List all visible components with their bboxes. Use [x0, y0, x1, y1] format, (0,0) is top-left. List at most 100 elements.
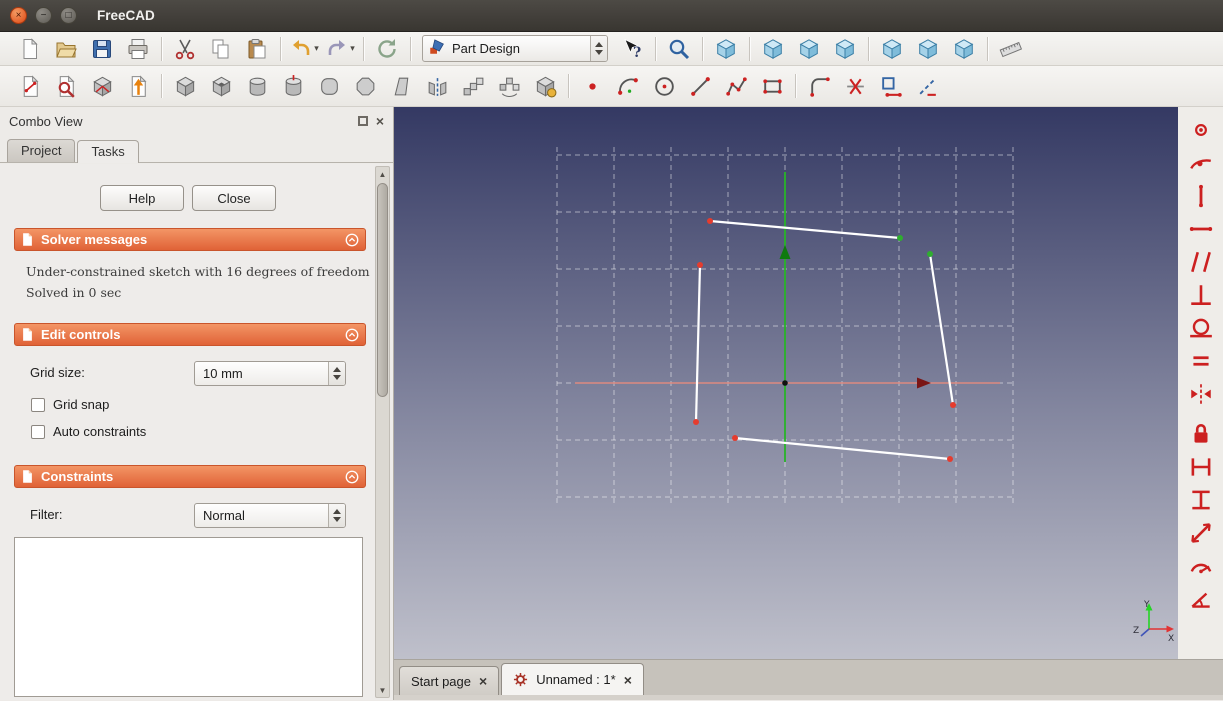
- sketch-point[interactable]: [732, 435, 738, 441]
- mirrored-button[interactable]: [420, 71, 454, 101]
- open-document-button[interactable]: [49, 34, 83, 64]
- fit-all-button[interactable]: [662, 34, 696, 64]
- constraint-symmetric-button[interactable]: [1183, 377, 1219, 410]
- workbench-dropdown-arrows[interactable]: [590, 36, 607, 61]
- constraint-point-on-object-button[interactable]: [1183, 146, 1219, 179]
- new-document-button[interactable]: [13, 34, 47, 64]
- sketch-fillet-button[interactable]: [802, 71, 836, 101]
- window-close-button[interactable]: ×: [10, 7, 27, 24]
- tasks-scrollbar[interactable]: ▲ ▼: [375, 166, 390, 698]
- constraint-radius-button[interactable]: [1183, 549, 1219, 582]
- copy-button[interactable]: [204, 34, 238, 64]
- window-maximize-button[interactable]: □: [60, 7, 77, 24]
- panel-close-icon[interactable]: ×: [376, 114, 384, 128]
- pocket-button[interactable]: [204, 71, 238, 101]
- undo-button[interactable]: ▾: [287, 34, 321, 64]
- constraint-distance-y-button[interactable]: [1183, 483, 1219, 516]
- tab-project[interactable]: Project: [7, 139, 76, 162]
- create-line-button[interactable]: [683, 71, 717, 101]
- redo-button[interactable]: ▾: [323, 34, 357, 64]
- cut-button[interactable]: [168, 34, 202, 64]
- constraint-equal-button[interactable]: [1183, 344, 1219, 377]
- scroll-down-icon[interactable]: ▼: [376, 683, 389, 697]
- tab-tasks[interactable]: Tasks: [77, 140, 139, 163]
- draft-button[interactable]: [384, 71, 418, 101]
- sketch-point[interactable]: [707, 218, 713, 224]
- toggle-construction-button[interactable]: [910, 71, 944, 101]
- pad-button[interactable]: [168, 71, 202, 101]
- create-sketch-button[interactable]: [13, 71, 47, 101]
- constraint-coincident-button[interactable]: [1183, 113, 1219, 146]
- sketch-point[interactable]: [897, 235, 903, 241]
- constraint-horizontal-button[interactable]: [1183, 212, 1219, 245]
- revolution-button[interactable]: [240, 71, 274, 101]
- sketch-point[interactable]: [950, 402, 956, 408]
- external-geometry-button[interactable]: [874, 71, 908, 101]
- help-button[interactable]: Help: [100, 185, 184, 211]
- dropdown-caret-icon[interactable]: ▾: [350, 43, 355, 54]
- tab-close-icon[interactable]: ×: [624, 673, 632, 687]
- view-bottom-button[interactable]: [911, 34, 945, 64]
- constraint-perpendicular-button[interactable]: [1183, 278, 1219, 311]
- scroll-up-icon[interactable]: ▲: [376, 167, 389, 181]
- create-rectangle-button[interactable]: [755, 71, 789, 101]
- constraint-parallel-button[interactable]: [1183, 245, 1219, 278]
- view-top-button[interactable]: [792, 34, 826, 64]
- auto-constraints-checkbox[interactable]: Auto constraints: [31, 424, 146, 439]
- view-left-button[interactable]: [947, 34, 981, 64]
- panel-float-icon[interactable]: [357, 116, 368, 126]
- constraints-list[interactable]: [14, 537, 363, 697]
- constraint-length-button[interactable]: [1183, 516, 1219, 549]
- document-tab-unnamed-1[interactable]: Unnamed : 1* ×: [501, 663, 644, 695]
- grid-size-select[interactable]: 10 mm: [194, 361, 346, 386]
- create-polyline-button[interactable]: [719, 71, 753, 101]
- edit-sketch-button[interactable]: [49, 71, 83, 101]
- constraint-lock-button[interactable]: [1183, 417, 1219, 450]
- sketch-canvas[interactable]: Y X Z: [394, 107, 1178, 659]
- collapse-icon[interactable]: [344, 232, 360, 248]
- view-front-button[interactable]: [756, 34, 790, 64]
- sketch-point[interactable]: [927, 251, 933, 257]
- map-sketch-button[interactable]: [85, 71, 119, 101]
- view-rear-button[interactable]: [875, 34, 909, 64]
- dropdown-caret-icon[interactable]: ▾: [314, 43, 319, 54]
- sketch-point[interactable]: [693, 419, 699, 425]
- paste-button[interactable]: [240, 34, 274, 64]
- collapse-icon[interactable]: [344, 469, 360, 485]
- window-minimize-button[interactable]: −: [35, 7, 52, 24]
- solver-messages-header[interactable]: Solver messages: [14, 228, 366, 251]
- trim-edge-button[interactable]: [838, 71, 872, 101]
- refresh-button[interactable]: [370, 34, 404, 64]
- fillet-feature-button[interactable]: [312, 71, 346, 101]
- sketch-point[interactable]: [947, 456, 953, 462]
- scrollbar-thumb[interactable]: [377, 183, 388, 397]
- workbench-selector[interactable]: Part Design: [422, 35, 608, 62]
- 3d-viewport[interactable]: Y X Z: [394, 107, 1178, 659]
- constraints-filter-select[interactable]: Normal: [194, 503, 346, 528]
- polar-pattern-button[interactable]: [492, 71, 526, 101]
- constraints-section-header[interactable]: Constraints: [14, 465, 366, 488]
- view-axonometric-button[interactable]: [709, 34, 743, 64]
- grid-snap-checkbox[interactable]: Grid snap: [31, 397, 109, 412]
- linear-pattern-button[interactable]: [456, 71, 490, 101]
- chamfer-button[interactable]: [348, 71, 382, 101]
- constraint-distance-x-button[interactable]: [1183, 450, 1219, 483]
- groove-button[interactable]: [276, 71, 310, 101]
- sketch-point[interactable]: [697, 262, 703, 268]
- constraint-angle-button[interactable]: [1183, 582, 1219, 615]
- collapse-icon[interactable]: [344, 327, 360, 343]
- view-right-button[interactable]: [828, 34, 862, 64]
- print-button[interactable]: [121, 34, 155, 64]
- reorient-sketch-button[interactable]: [121, 71, 155, 101]
- create-point-button[interactable]: [575, 71, 609, 101]
- constraint-tangent-button[interactable]: [1183, 311, 1219, 344]
- edit-controls-header[interactable]: Edit controls: [14, 323, 366, 346]
- grid-size-spin-arrows[interactable]: [328, 362, 345, 385]
- filter-spin-arrows[interactable]: [328, 504, 345, 527]
- document-tab-start-page[interactable]: Start page ×: [399, 666, 500, 695]
- constraint-vertical-button[interactable]: [1183, 179, 1219, 212]
- whats-this-button[interactable]: ?: [615, 34, 649, 64]
- origin-point[interactable]: [782, 380, 788, 386]
- close-button[interactable]: Close: [192, 185, 276, 211]
- save-document-button[interactable]: [85, 34, 119, 64]
